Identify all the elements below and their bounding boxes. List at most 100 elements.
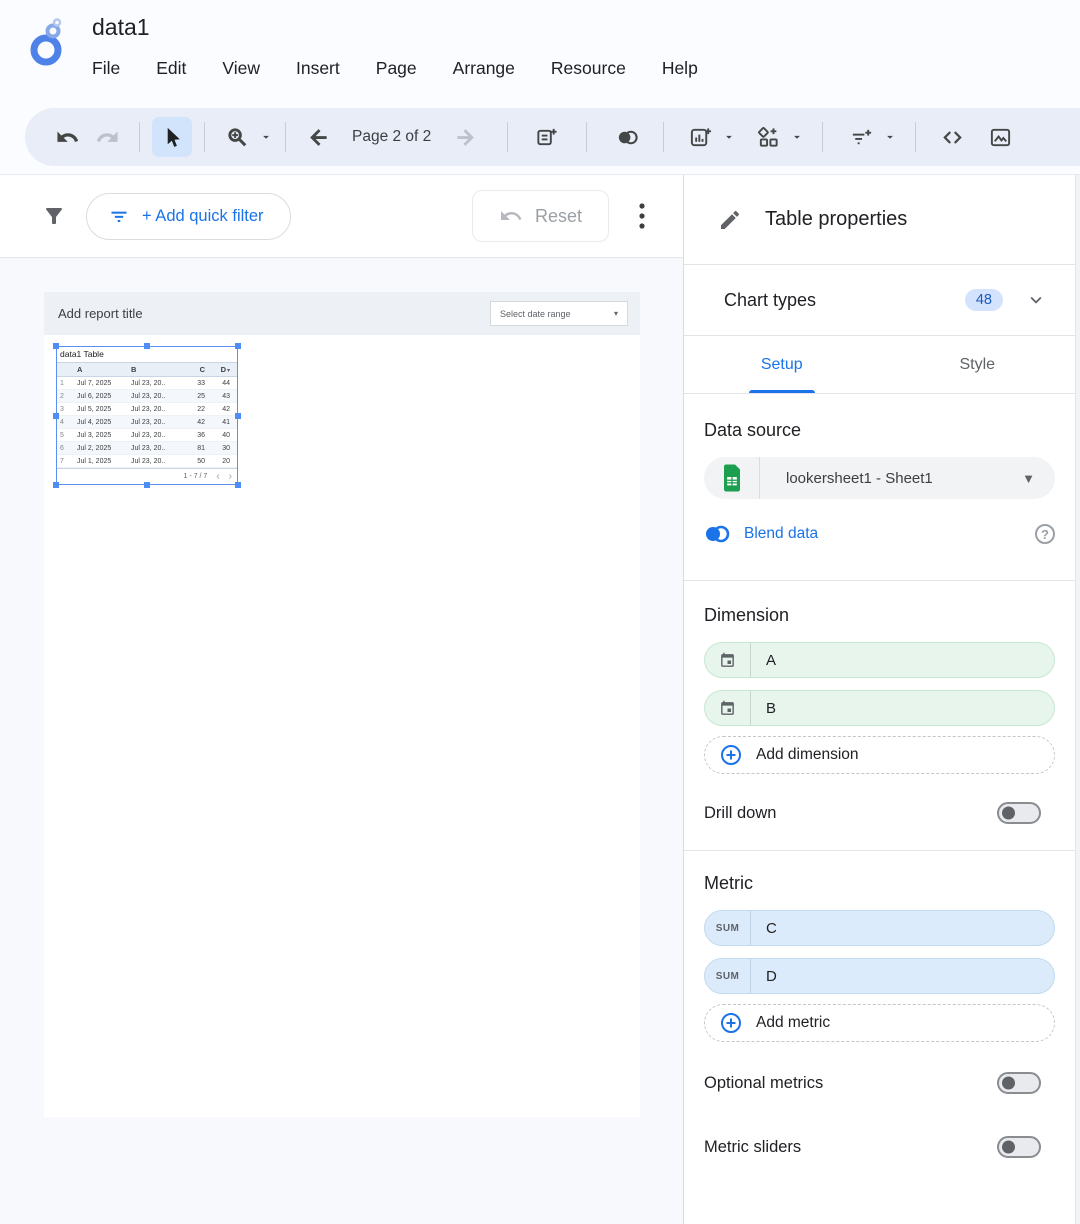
table-row[interactable]: 1Jul 7, 2025Jul 23, 20..3344 xyxy=(57,377,237,390)
data-source-selector[interactable]: lookersheet1 - Sheet1 ▼ xyxy=(704,457,1055,499)
panel-tabs: Setup Style xyxy=(684,336,1075,394)
table-cell: 42 xyxy=(175,419,208,426)
tab-style[interactable]: Style xyxy=(880,336,1076,393)
metric-heading: Metric xyxy=(704,873,1055,894)
add-image-button[interactable] xyxy=(980,117,1020,157)
date-field-chip[interactable] xyxy=(705,643,751,677)
table-chart-component[interactable]: data1 Table A B C D▾ 1Jul 7, 2025Jul 23,… xyxy=(56,346,238,485)
add-page-button[interactable] xyxy=(526,117,566,157)
chevron-down-icon[interactable] xyxy=(1025,289,1047,311)
report-title[interactable]: data1 xyxy=(92,14,150,41)
menu-resource[interactable]: Resource xyxy=(551,58,626,79)
table-cell: Jul 23, 20.. xyxy=(127,445,175,452)
pagination-next-icon[interactable]: › xyxy=(229,472,232,482)
tab-setup[interactable]: Setup xyxy=(684,336,880,393)
table-row[interactable]: 5Jul 3, 2025Jul 23, 20..3640 xyxy=(57,429,237,442)
add-viz-dropdown-caret[interactable] xyxy=(790,130,804,144)
more-options-kebab-icon[interactable] xyxy=(627,196,657,236)
column-header-b[interactable]: B xyxy=(127,365,175,374)
table-cell: 81 xyxy=(175,445,208,452)
table-row[interactable]: 2Jul 6, 2025Jul 23, 20..2543 xyxy=(57,390,237,403)
selection-handle[interactable] xyxy=(53,482,59,488)
report-title-placeholder[interactable]: Add report title xyxy=(58,292,143,335)
metric-field-d[interactable]: SUM D xyxy=(704,958,1055,994)
selection-handle[interactable] xyxy=(144,482,150,488)
menu-view[interactable]: View xyxy=(222,58,260,79)
dimension-field-a[interactable]: A xyxy=(704,642,1055,678)
menu-file[interactable]: File xyxy=(92,58,120,79)
selection-handle[interactable] xyxy=(235,482,241,488)
undo-button[interactable] xyxy=(47,117,87,157)
table-cell: 43 xyxy=(208,393,234,400)
previous-page-button[interactable] xyxy=(298,117,338,157)
blend-data-link[interactable]: Blend data xyxy=(744,525,818,543)
aggregation-chip[interactable]: SUM xyxy=(705,911,751,945)
menu-arrange[interactable]: Arrange xyxy=(453,58,515,79)
add-chart-button[interactable] xyxy=(680,117,720,157)
add-chart-dropdown-caret[interactable] xyxy=(722,130,736,144)
menu-page[interactable]: Page xyxy=(376,58,417,79)
redo-button[interactable] xyxy=(87,117,127,157)
date-range-control[interactable]: Select date range ▾ xyxy=(490,301,628,326)
optional-metrics-toggle[interactable] xyxy=(997,1072,1041,1094)
next-page-button[interactable] xyxy=(445,117,485,157)
properties-panel: Table properties Chart types 48 Setup St… xyxy=(683,175,1075,1224)
select-tool-button[interactable] xyxy=(152,117,192,157)
table-row[interactable]: 7Jul 1, 2025Jul 23, 20..5020 xyxy=(57,455,237,468)
table-row[interactable]: 4Jul 4, 2025Jul 23, 20..4241 xyxy=(57,416,237,429)
menu-edit[interactable]: Edit xyxy=(156,58,186,79)
metric-field-c[interactable]: SUM C xyxy=(704,910,1055,946)
drill-down-row: Drill down xyxy=(704,802,1055,824)
table-cell: 1 xyxy=(57,380,71,387)
selection-handle[interactable] xyxy=(53,413,59,419)
sheets-icon-box xyxy=(704,457,760,499)
column-header-d[interactable]: D▾ xyxy=(208,365,234,374)
filter-bar: + Add quick filter Reset xyxy=(0,175,683,258)
column-header-c[interactable]: C xyxy=(175,365,208,374)
dimension-field-label: A xyxy=(751,652,776,669)
menu-insert[interactable]: Insert xyxy=(296,58,340,79)
table-row[interactable]: 6Jul 2, 2025Jul 23, 20..8130 xyxy=(57,442,237,455)
add-dimension-button[interactable]: Add dimension xyxy=(704,736,1055,774)
menu-help[interactable]: Help xyxy=(662,58,698,79)
add-metric-button[interactable]: Add metric xyxy=(704,1004,1055,1042)
aggregation-chip[interactable]: SUM xyxy=(705,959,751,993)
toolbar-separator xyxy=(586,122,587,152)
drill-down-label: Drill down xyxy=(704,804,776,823)
table-cell: 25 xyxy=(175,393,208,400)
reset-button[interactable]: Reset xyxy=(472,190,609,242)
report-canvas[interactable]: Add report title Select date range ▾ dat… xyxy=(0,258,683,1224)
table-cell: Jul 23, 20.. xyxy=(127,406,175,413)
column-header-a[interactable]: A xyxy=(71,365,127,374)
chart-types-label: Chart types xyxy=(724,290,816,311)
dimension-field-b[interactable]: B xyxy=(704,690,1055,726)
add-community-visualization-button[interactable] xyxy=(748,117,788,157)
add-control-button[interactable] xyxy=(841,117,881,157)
selection-handle[interactable] xyxy=(53,343,59,349)
filter-funnel-icon[interactable] xyxy=(34,196,74,236)
selection-handle[interactable] xyxy=(235,343,241,349)
drill-down-toggle[interactable] xyxy=(997,802,1041,824)
chart-types-row[interactable]: Chart types 48 xyxy=(684,265,1075,336)
table-row[interactable]: 3Jul 5, 2025Jul 23, 20..2242 xyxy=(57,403,237,416)
help-icon[interactable]: ? xyxy=(1035,524,1055,544)
toolbar-separator xyxy=(663,122,664,152)
zoom-dropdown-caret[interactable] xyxy=(259,130,273,144)
zoom-tool-button[interactable] xyxy=(217,117,257,157)
report-page[interactable]: Add report title Select date range ▾ dat… xyxy=(44,292,640,1117)
date-field-chip[interactable] xyxy=(705,691,751,725)
add-control-dropdown-caret[interactable] xyxy=(883,130,897,144)
add-quick-filter-button[interactable]: + Add quick filter xyxy=(86,193,291,240)
metric-sliders-toggle[interactable] xyxy=(997,1136,1041,1158)
table-body: 1Jul 7, 2025Jul 23, 20..33442Jul 6, 2025… xyxy=(57,377,237,468)
page-indicator[interactable]: Page 2 of 2 xyxy=(352,128,431,146)
panel-title: Table properties xyxy=(765,208,907,231)
embed-code-button[interactable] xyxy=(932,117,972,157)
table-header-row[interactable]: A B C D▾ xyxy=(57,363,237,377)
blend-data-tool-button[interactable] xyxy=(607,117,647,157)
selection-handle[interactable] xyxy=(144,343,150,349)
table-cell: 30 xyxy=(208,445,234,452)
add-circle-icon xyxy=(719,1011,743,1035)
pagination-prev-icon[interactable]: ‹ xyxy=(216,472,219,482)
selection-handle[interactable] xyxy=(235,413,241,419)
